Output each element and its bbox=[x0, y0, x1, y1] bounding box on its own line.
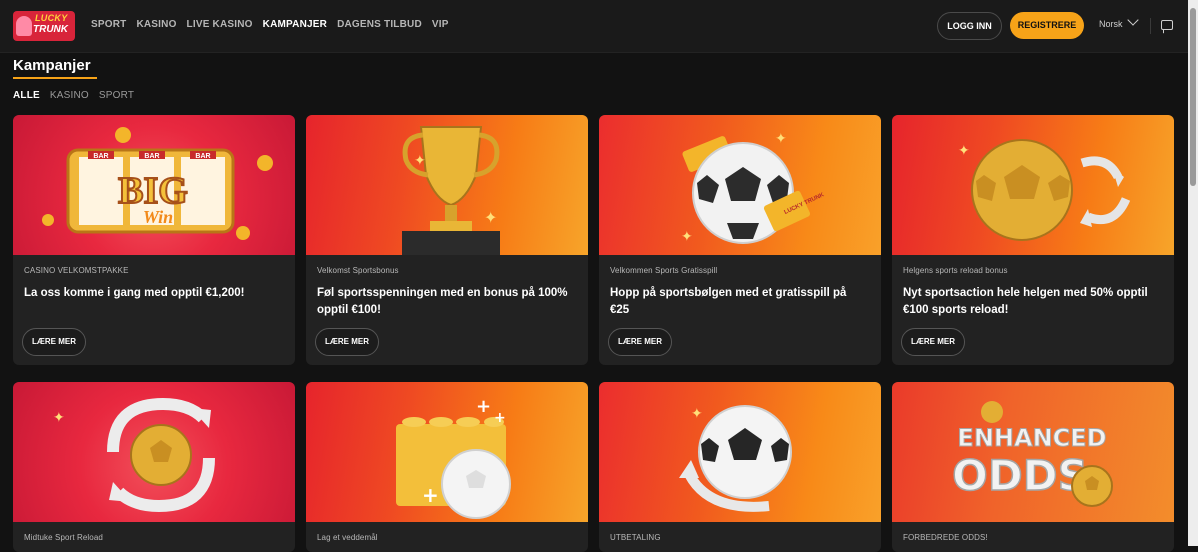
cashout-art: ✦ bbox=[679, 405, 792, 512]
nav-sport[interactable]: SPORT bbox=[91, 19, 126, 30]
promo-card[interactable]: ENHANCED ODDS FORBEDREDE ODDS! bbox=[892, 382, 1174, 552]
header-divider bbox=[1150, 18, 1151, 34]
promo-tag: Midtuke Sport Reload bbox=[24, 533, 103, 542]
logo-text-top: LUCKY bbox=[35, 13, 68, 23]
promo-image-midweek-reload: ✦ bbox=[13, 382, 295, 522]
promo-image-big-win: BAR BAR BAR BIG Win bbox=[13, 115, 295, 255]
football-tickets-art: LUCKY TRUNK ✦ ✦ bbox=[681, 131, 826, 245]
filter-alle[interactable]: ALLE bbox=[13, 90, 40, 101]
promo-image-lego-football: + + + bbox=[306, 382, 588, 522]
bar-label: BAR bbox=[93, 153, 108, 160]
promo-card[interactable]: ✦ Helgens sports reload bonus Nyt sports… bbox=[892, 115, 1174, 365]
promo-tag: Velkommen Sports Gratisspill bbox=[610, 266, 718, 275]
lucky-trunk-logo[interactable]: LUCKY TRUNK bbox=[13, 11, 75, 41]
lego-football-art: + + + bbox=[396, 396, 511, 519]
promo-tag: FORBEDREDE ODDS! bbox=[903, 533, 988, 542]
promo-tag: UTBETALING bbox=[610, 533, 661, 542]
scrollbar-thumb[interactable] bbox=[1190, 8, 1196, 186]
odds-text: ODDS bbox=[952, 451, 1088, 500]
promo-card[interactable]: ✦ ✦ Velkomst Sportsbonus Føl sportsspenn… bbox=[306, 115, 588, 365]
bar-label: BAR bbox=[144, 153, 159, 160]
register-button[interactable]: REGISTRERE bbox=[1010, 12, 1084, 39]
language-label: Norsk bbox=[1099, 19, 1123, 29]
midweek-reload-art: ✦ bbox=[53, 397, 215, 513]
language-selector[interactable]: Norsk bbox=[1099, 14, 1139, 29]
learn-more-button[interactable]: LÆRE MER bbox=[22, 328, 86, 356]
gold-ball-reload-art: ✦ bbox=[958, 139, 1131, 241]
promo-title: Hopp på sportsbølgen med et gratisspill … bbox=[610, 287, 847, 316]
promo-tag: Velkomst Sportsbonus bbox=[317, 266, 399, 275]
nav-vip[interactable]: VIP bbox=[432, 19, 449, 30]
title-underline bbox=[13, 77, 97, 79]
enhanced-odds-art: ENHANCED ODDS bbox=[951, 401, 1113, 507]
svg-text:+: + bbox=[422, 483, 439, 507]
svg-text:✦: ✦ bbox=[691, 406, 703, 422]
promo-tag: CASINO VELKOMSTPAKKE bbox=[24, 266, 129, 275]
promo-image-cashout: ✦ bbox=[599, 382, 881, 522]
top-navigation-bar: LUCKY TRUNK SPORT KASINO LIVE KASINO KAM… bbox=[0, 0, 1188, 53]
learn-more-button[interactable]: LÆRE MER bbox=[608, 328, 672, 356]
filter-sport[interactable]: SPORT bbox=[99, 90, 134, 101]
page-scrollbar[interactable] bbox=[1188, 0, 1198, 546]
svg-text:+: + bbox=[494, 410, 506, 426]
bar-label: BAR bbox=[195, 153, 210, 160]
svg-text:✦: ✦ bbox=[681, 229, 693, 245]
promo-image-football-tickets: LUCKY TRUNK ✦ ✦ bbox=[599, 115, 881, 255]
svg-text:✦: ✦ bbox=[484, 208, 497, 227]
promotion-filters: ALLE KASINO SPORT bbox=[13, 90, 134, 101]
promo-title: Føl sportsspenningen med en bonus på 100… bbox=[317, 287, 568, 316]
chat-icon[interactable] bbox=[1161, 20, 1173, 30]
win-text: Win bbox=[143, 207, 173, 227]
svg-text:✦: ✦ bbox=[958, 143, 970, 159]
nav-kasino[interactable]: KASINO bbox=[136, 19, 176, 30]
big-win-slot-art: BAR BAR BAR BIG Win bbox=[42, 127, 273, 240]
svg-text:✦: ✦ bbox=[775, 131, 787, 147]
main-nav: SPORT KASINO LIVE KASINO KAMPANJER DAGEN… bbox=[91, 19, 449, 30]
promo-image-enhanced-odds: ENHANCED ODDS bbox=[892, 382, 1174, 522]
login-button[interactable]: LOGG INN bbox=[937, 12, 1002, 40]
page-title: Kampanjer bbox=[13, 57, 91, 74]
big-text: BIG bbox=[118, 170, 188, 212]
svg-text:✦: ✦ bbox=[53, 410, 65, 426]
promo-title: Nyt sportsaction hele helgen med 50% opp… bbox=[903, 287, 1148, 316]
promo-card[interactable]: LUCKY TRUNK ✦ ✦ Velkommen Sports Gratiss… bbox=[599, 115, 881, 365]
promo-card[interactable]: + + + Lag et veddemål bbox=[306, 382, 588, 552]
nav-dagens-tilbud[interactable]: DAGENS TILBUD bbox=[337, 19, 422, 30]
filter-kasino[interactable]: KASINO bbox=[50, 90, 89, 101]
promo-tag: Helgens sports reload bonus bbox=[903, 266, 1008, 275]
promo-card[interactable]: BAR BAR BAR BIG Win CASINO VELKOMSTPAKKE… bbox=[13, 115, 295, 365]
svg-text:+: + bbox=[476, 396, 491, 417]
promo-title: La oss komme i gang med opptil €1,200! bbox=[24, 287, 245, 299]
promo-card[interactable]: ✦ UTBETALING bbox=[599, 382, 881, 552]
promo-tag: Lag et veddemål bbox=[317, 533, 378, 542]
trophy-art: ✦ ✦ bbox=[402, 126, 500, 255]
svg-text:✦: ✦ bbox=[414, 153, 426, 169]
promo-card[interactable]: ✦ Midtuke Sport Reload bbox=[13, 382, 295, 552]
chevron-down-icon bbox=[1126, 14, 1139, 26]
enhanced-text: ENHANCED bbox=[957, 424, 1106, 452]
learn-more-button[interactable]: LÆRE MER bbox=[315, 328, 379, 356]
learn-more-button[interactable]: LÆRE MER bbox=[901, 328, 965, 356]
nav-live-kasino[interactable]: LIVE KASINO bbox=[187, 19, 253, 30]
nav-kampanjer[interactable]: KAMPANJER bbox=[263, 19, 327, 30]
promo-image-trophy: ✦ ✦ bbox=[306, 115, 588, 255]
logo-text-bottom: TRUNK bbox=[33, 24, 68, 35]
elephant-icon bbox=[16, 16, 32, 36]
promo-image-gold-reload: ✦ bbox=[892, 115, 1174, 255]
